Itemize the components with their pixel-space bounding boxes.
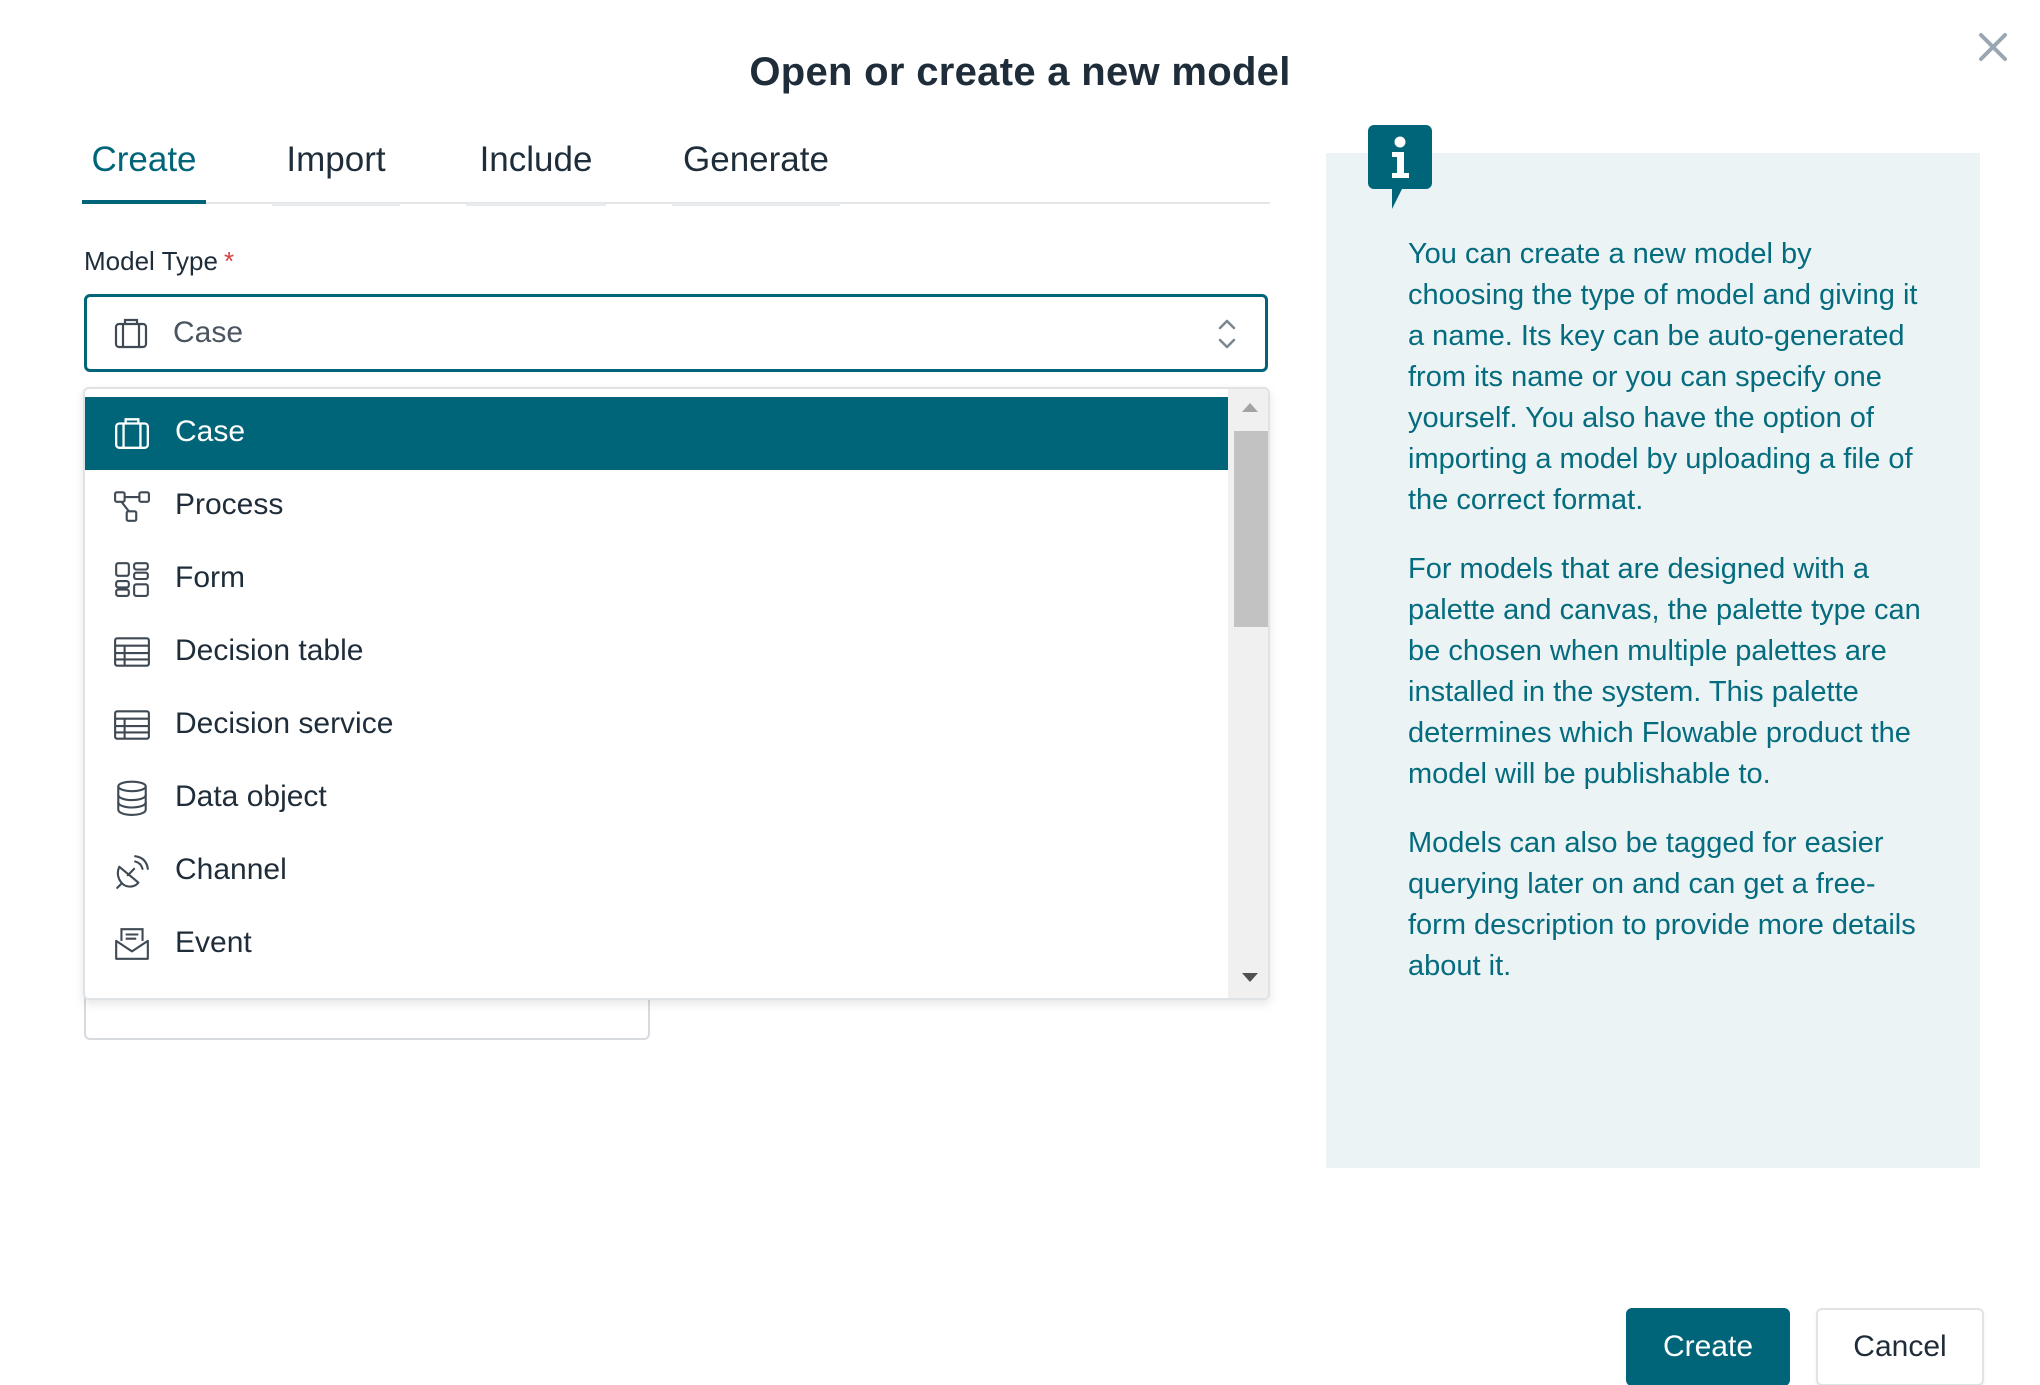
tab-include[interactable]: Include	[466, 130, 606, 206]
tab-create[interactable]: Create	[82, 130, 206, 204]
option-label: Decision table	[175, 634, 364, 667]
option-label: Decision service	[175, 707, 394, 740]
table-icon	[114, 637, 150, 667]
briefcase-icon	[115, 418, 149, 449]
info-paragraph: You can create a new model by choosing t…	[1408, 238, 1918, 516]
briefcase-icon	[114, 318, 148, 349]
option-data-object[interactable]: Data object	[85, 762, 1228, 835]
option-case[interactable]: Case	[85, 397, 1228, 470]
inbox-mail-icon	[115, 928, 149, 960]
create-button[interactable]: Create	[1626, 1308, 1790, 1385]
scrollbar-thumb[interactable]	[1234, 431, 1268, 627]
option-label: Event	[175, 926, 252, 959]
option-process[interactable]: Process	[85, 470, 1228, 543]
cancel-button[interactable]: Cancel	[1816, 1308, 1984, 1385]
satellite-icon	[116, 855, 149, 889]
info-paragraph: Models can also be tagged for easier que…	[1408, 827, 1916, 982]
dropdown-scrollbar[interactable]	[1228, 389, 1270, 998]
scroll-down-arrow-icon[interactable]	[1228, 967, 1270, 987]
info-icon	[1368, 125, 1432, 209]
table-icon	[114, 710, 150, 740]
option-channel[interactable]: Channel	[85, 835, 1228, 908]
info-description: You can create a new model by choosing t…	[1408, 234, 1928, 1015]
option-event[interactable]: Event	[85, 908, 1228, 981]
dialog-title: Open or create a new model	[749, 50, 1291, 94]
model-type-label-text: Model Type	[84, 246, 218, 276]
tab-generate[interactable]: Generate	[672, 130, 840, 206]
model-type-dropdown: Case Process Form Decision table Decisio…	[83, 387, 1270, 1000]
model-type-selected-value: Case	[173, 316, 244, 349]
database-icon	[117, 780, 147, 816]
option-label: Case	[175, 415, 246, 448]
option-decision-service[interactable]: Decision service	[85, 689, 1228, 762]
tab-import[interactable]: Import	[272, 130, 400, 206]
option-form[interactable]: Form	[85, 543, 1228, 616]
scroll-up-arrow-icon[interactable]	[1228, 397, 1270, 417]
tab-bar: Create Import Include Generate	[82, 130, 1270, 206]
option-decision-table[interactable]: Decision table	[85, 616, 1228, 689]
model-type-label: Model Type *	[84, 246, 234, 277]
option-label: Data object	[175, 780, 327, 813]
process-flow-icon	[114, 491, 150, 522]
model-type-select[interactable]: Case	[84, 294, 1268, 372]
option-label: Channel	[175, 853, 287, 886]
info-paragraph: For models that are designed with a pale…	[1408, 553, 1921, 790]
sort-arrows-icon	[1218, 319, 1236, 349]
required-marker: *	[223, 246, 235, 276]
option-label: Process	[175, 488, 284, 521]
option-label: Form	[175, 561, 245, 594]
form-icon	[115, 562, 149, 597]
